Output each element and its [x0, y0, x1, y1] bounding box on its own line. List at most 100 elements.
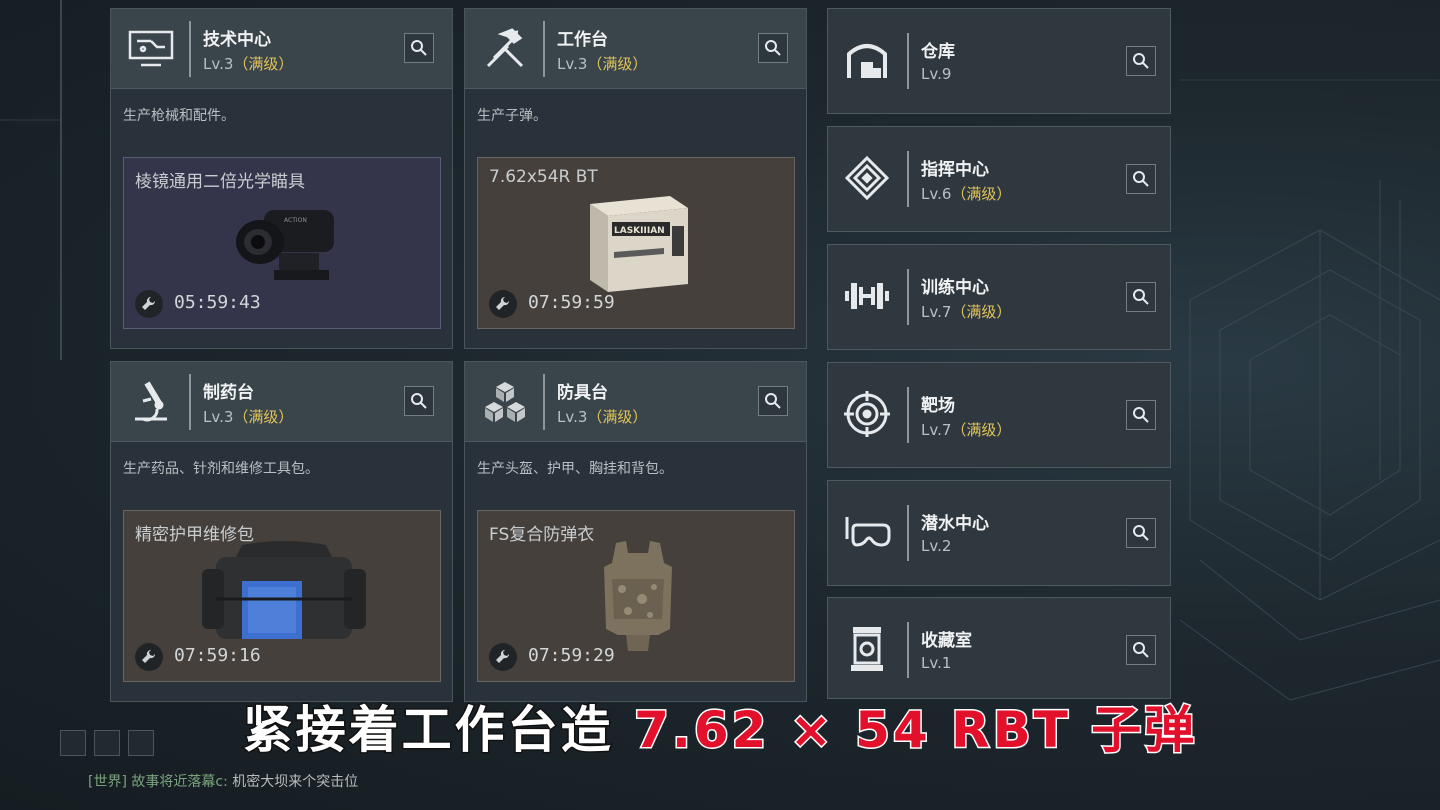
search-button[interactable]: [1126, 400, 1156, 430]
search-button[interactable]: [1126, 282, 1156, 312]
search-button[interactable]: [1126, 518, 1156, 548]
level-text: Lv.1: [921, 654, 952, 672]
search-button[interactable]: [1126, 164, 1156, 194]
wrench-icon: [489, 290, 517, 318]
facility-name: 训练中心: [921, 278, 989, 298]
facility-card-command-center[interactable]: 指挥中心 Lv.6（满级）: [827, 126, 1171, 232]
side-edge-line: [60, 0, 62, 360]
workshop-description: 生产枪械和配件。: [123, 108, 235, 124]
level-text: Lv.3: [557, 408, 588, 426]
chat-message: [世界] 故事将近落幕c: 机密大坝来个突击位: [88, 771, 358, 791]
header-divider: [907, 269, 909, 325]
workshop-card-pharmacy[interactable]: 制药台 Lv.3（满级） 生产药品、针剂和维修工具包。 精密护甲维修包 07:5…: [110, 361, 453, 702]
level-text: Lv.9: [921, 65, 952, 83]
facility-level: Lv.7（满级）: [921, 301, 1011, 322]
item-name: 棱镜通用二倍光学瞄具: [135, 172, 305, 192]
ammo-box-image: LASKIIIAN: [590, 196, 688, 292]
facility-name: 指挥中心: [921, 160, 989, 180]
chat-text: 机密大坝来个突击位: [232, 774, 359, 790]
production-slot[interactable]: FS复合防弹衣 07:59:29: [477, 510, 795, 682]
header-divider: [189, 21, 191, 77]
command-icon: [842, 153, 892, 203]
workshop-card-workbench[interactable]: 工作台 Lv.3（满级） 生产子弹。 7.62x54R BT LASKIIIAN…: [464, 8, 807, 349]
workshop-level: Lv.3（满级）: [203, 53, 293, 74]
search-icon: [411, 393, 427, 409]
max-level-tag: （满级）: [587, 55, 648, 73]
level-text: Lv.7: [921, 421, 952, 439]
production-timer: 07:59:29: [528, 645, 615, 666]
workshop-card-tech-center[interactable]: 技术中心 Lv.3（满级） 生产枪械和配件。 棱镜通用二倍光学瞄具 ACTION…: [110, 8, 453, 349]
facility-card-warehouse[interactable]: 仓库 Lv.9: [827, 8, 1171, 114]
header-divider: [907, 622, 909, 678]
level-text: Lv.3: [203, 408, 234, 426]
facility-level: Lv.9: [921, 65, 951, 83]
workshop-name: 技术中心: [203, 30, 271, 50]
body-armor-image: [604, 541, 672, 651]
diving-mask-icon: [842, 507, 892, 557]
production-slot[interactable]: 7.62x54R BT LASKIIIAN 07:59:59: [477, 157, 795, 329]
header-divider: [907, 505, 909, 561]
search-icon: [765, 40, 781, 56]
header-divider: [189, 374, 191, 430]
facility-card-training-center[interactable]: 训练中心 Lv.7（满级）: [827, 244, 1171, 350]
wrench-icon: [135, 643, 163, 671]
workshop-name: 制药台: [203, 383, 254, 403]
monitor-icon: [125, 23, 177, 75]
chat-user[interactable]: 故事将近落幕c:: [131, 774, 227, 790]
facility-card-shooting-range[interactable]: 靶场 Lv.7（满级）: [827, 362, 1171, 468]
search-icon: [411, 40, 427, 56]
workshop-header: 工作台 Lv.3（满级）: [465, 9, 806, 89]
max-level-tag: （满级）: [587, 408, 648, 426]
production-timer: 05:59:43: [174, 292, 261, 313]
item-name: FS复合防弹衣: [489, 525, 595, 545]
workshop-name: 防具台: [557, 383, 608, 403]
search-icon: [765, 393, 781, 409]
ammo-box-label: LASKIIIAN: [614, 226, 665, 236]
workshop-level: Lv.3（满级）: [557, 406, 647, 427]
search-icon: [1133, 407, 1149, 423]
search-icon: [1133, 171, 1149, 187]
search-icon: [1133, 289, 1149, 305]
video-caption: 紧接着工作台造 7.62 × 54 RBT 子弹: [0, 690, 1440, 762]
repair-kit-bag-image: [202, 541, 366, 639]
search-button[interactable]: [1126, 46, 1156, 76]
search-button[interactable]: [758, 386, 788, 416]
chat-channel: [世界]: [88, 774, 127, 790]
facility-card-diving-center[interactable]: 潜水中心 Lv.2: [827, 480, 1171, 586]
caption-white-text: 紧接着工作台造: [241, 700, 614, 761]
workshop-card-armor-bench[interactable]: 防具台 Lv.3（满级） 生产头盔、护甲、胸挂和背包。 FS复合防弹衣 07:5…: [464, 361, 807, 702]
search-button[interactable]: [404, 33, 434, 63]
facility-level: Lv.7（满级）: [921, 419, 1011, 440]
production-timer: 07:59:16: [174, 645, 261, 666]
workshop-header: 防具台 Lv.3（满级）: [465, 362, 806, 442]
search-button[interactable]: [404, 386, 434, 416]
facility-level: Lv.2: [921, 537, 951, 555]
workshop-header: 制药台 Lv.3（满级）: [111, 362, 452, 442]
scope-item-image: ACTION: [236, 210, 334, 280]
svg-text:ACTION: ACTION: [284, 217, 307, 224]
microscope-icon: [125, 376, 177, 428]
level-text: Lv.3: [557, 55, 588, 73]
header-divider: [543, 21, 545, 77]
wrench-icon: [135, 290, 163, 318]
facility-level: Lv.1: [921, 654, 951, 672]
max-level-tag: （满级）: [233, 408, 294, 426]
max-level-tag: （满级）: [951, 421, 1012, 439]
workshop-name: 工作台: [557, 30, 608, 50]
workshop-description: 生产头盔、护甲、胸挂和背包。: [477, 461, 673, 477]
facility-name: 靶场: [921, 396, 955, 416]
tools-icon: [479, 23, 531, 75]
cubes-icon: [479, 376, 531, 428]
search-button[interactable]: [758, 33, 788, 63]
header-divider: [543, 374, 545, 430]
search-button[interactable]: [1126, 635, 1156, 665]
workshop-description: 生产药品、针剂和维修工具包。: [123, 461, 319, 477]
dumbbell-icon: [842, 271, 892, 321]
target-icon: [842, 389, 892, 439]
workshop-header: 技术中心 Lv.3（满级）: [111, 9, 452, 89]
search-icon: [1133, 642, 1149, 658]
facility-card-collection-room[interactable]: 收藏室 Lv.1: [827, 597, 1171, 699]
warehouse-icon: [842, 35, 892, 85]
production-slot[interactable]: 棱镜通用二倍光学瞄具 ACTION 05:59:43: [123, 157, 441, 329]
production-slot[interactable]: 精密护甲维修包 07:59:16: [123, 510, 441, 682]
